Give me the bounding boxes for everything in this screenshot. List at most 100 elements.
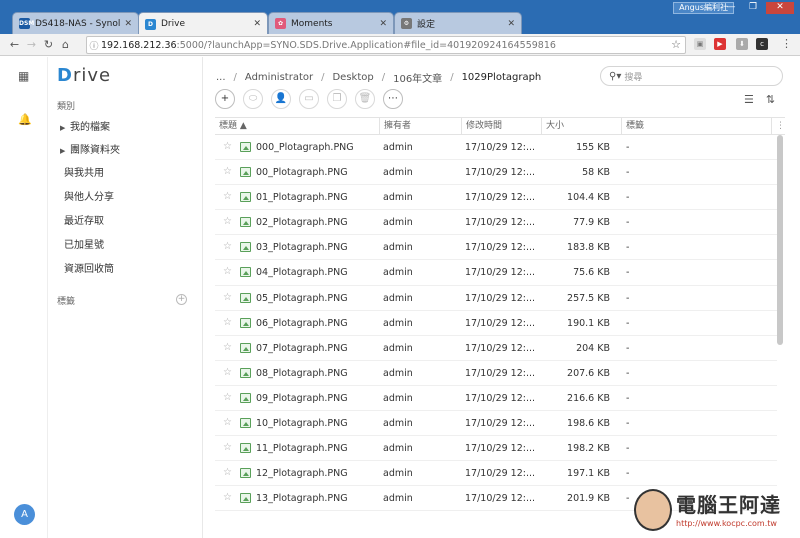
table-header: 標題 ▲ 擁有者 修改時間 大小 標籤 ⋮ xyxy=(215,117,785,135)
browser-menu-icon[interactable]: ⋮ xyxy=(781,37,792,50)
caret-right-icon[interactable]: ▶ xyxy=(60,140,70,162)
reload-icon[interactable]: ↻ xyxy=(40,38,57,51)
home-icon[interactable]: ⌂ xyxy=(57,38,74,51)
star-icon[interactable]: ☆ xyxy=(223,342,232,353)
star-icon[interactable]: ☆ xyxy=(223,442,232,453)
share-user-button[interactable]: 👤 xyxy=(271,89,291,109)
breadcrumb-item[interactable]: Desktop xyxy=(332,72,373,83)
copy-button[interactable]: ❐ xyxy=(327,89,347,109)
sidebar-item-recycle-bin[interactable]: 資源回收筒 xyxy=(48,259,203,281)
tab-settings[interactable]: ⚙ 設定 ✕ xyxy=(394,12,522,34)
star-icon[interactable]: ☆ xyxy=(223,392,232,403)
extension-icon[interactable]: ▶ xyxy=(714,38,726,50)
file-size: 155 KB xyxy=(576,142,610,153)
star-icon[interactable]: ☆ xyxy=(223,292,232,303)
app-grid-icon[interactable]: ▦ xyxy=(18,69,29,83)
star-icon[interactable]: ☆ xyxy=(223,191,232,202)
tab-drive[interactable]: D Drive ✕ xyxy=(138,12,268,35)
table-row[interactable]: ☆ 09_Plotagraph.PNG admin 17/10/29 12:... 21… xyxy=(215,386,777,412)
bell-icon[interactable]: 🔔 xyxy=(18,113,32,126)
star-icon[interactable]: ☆ xyxy=(223,166,232,177)
col-owner-header[interactable]: 擁有者 xyxy=(380,118,462,135)
tag-button[interactable]: ⬭ xyxy=(243,89,263,109)
caret-right-icon[interactable]: ▶ xyxy=(60,117,70,139)
col-tags-header[interactable]: 標籤 xyxy=(622,118,772,135)
close-tab-icon[interactable]: ✕ xyxy=(507,19,515,29)
maximize-button[interactable]: ❐ xyxy=(744,2,762,14)
table-row[interactable]: ☆ 00_Plotagraph.PNG admin 17/10/29 12:... 58… xyxy=(215,160,777,186)
breadcrumb-ellipsis[interactable]: ... xyxy=(216,72,226,83)
table-row[interactable]: ☆ 05_Plotagraph.PNG admin 17/10/29 12:... 25… xyxy=(215,286,777,311)
scrollbar[interactable] xyxy=(777,135,783,345)
table-row[interactable]: ☆ 10_Plotagraph.PNG admin 17/10/29 12:... 19… xyxy=(215,411,777,437)
star-icon[interactable]: ☆ xyxy=(223,241,232,252)
star-icon[interactable]: ☆ xyxy=(223,266,232,277)
star-icon[interactable]: ☆ xyxy=(223,317,232,328)
table-row[interactable]: ☆ 07_Plotagraph.PNG admin 17/10/29 12:... 20… xyxy=(215,336,777,361)
file-tags: - xyxy=(626,317,630,329)
star-icon[interactable]: ☆ xyxy=(223,417,232,428)
table-row[interactable]: ☆ 02_Plotagraph.PNG admin 17/10/29 12:... 77… xyxy=(215,210,777,236)
search-input[interactable]: ⚲▾ 搜尋 xyxy=(600,66,783,86)
file-size: 207.6 KB xyxy=(567,367,610,379)
star-icon[interactable]: ☆ xyxy=(223,141,232,152)
file-size: 77.9 KB xyxy=(573,217,610,229)
mascot-icon xyxy=(634,489,672,531)
watermark-text: 電腦王阿達 xyxy=(676,493,781,517)
move-folder-button[interactable]: ▭ xyxy=(299,89,319,109)
file-name: 11_Plotagraph.PNG xyxy=(256,443,348,455)
sidebar-item-shared-with-me[interactable]: 與我共用 xyxy=(48,163,203,185)
sort-icon[interactable]: ⇅ xyxy=(766,93,775,106)
breadcrumb-item[interactable]: Administrator xyxy=(245,72,313,83)
column-menu-icon[interactable]: ⋮ xyxy=(772,118,785,135)
extension-icon[interactable]: ⬇ xyxy=(736,38,748,50)
tab-title: Drive xyxy=(161,19,185,29)
sidebar-item-my-files[interactable]: ▶ 我的檔案 xyxy=(48,117,203,139)
close-tab-icon[interactable]: ✕ xyxy=(253,19,261,29)
table-row[interactable]: ☆ 01_Plotagraph.PNG admin 17/10/29 12:... 10… xyxy=(215,185,777,211)
table-row[interactable]: ☆ 03_Plotagraph.PNG admin 17/10/29 12:... 18… xyxy=(215,235,777,261)
star-icon[interactable]: ☆ xyxy=(223,467,232,478)
star-icon[interactable]: ☆ xyxy=(223,367,232,378)
close-tab-icon[interactable]: ✕ xyxy=(379,19,387,29)
forward-arrow-icon[interactable]: → xyxy=(23,38,40,51)
close-window-button[interactable]: ✕ xyxy=(766,2,794,14)
file-tags: - xyxy=(626,392,630,404)
info-icon[interactable]: ⓘ xyxy=(87,39,101,52)
avatar[interactable]: A xyxy=(14,504,35,525)
file-tags: - xyxy=(626,192,630,204)
sidebar-item-shared-with-others[interactable]: 與他人分享 xyxy=(48,187,203,209)
bookmark-star-icon[interactable]: ☆ xyxy=(671,38,681,51)
col-size-header[interactable]: 大小 xyxy=(542,118,622,135)
table-row[interactable]: ☆ 12_Plotagraph.PNG admin 17/10/29 12:... 19… xyxy=(215,461,777,487)
tab-synology[interactable]: DSM DS418-NAS - Synolog ✕ xyxy=(12,12,139,34)
sidebar-item-recent[interactable]: 最近存取 xyxy=(48,211,203,233)
star-icon[interactable]: ☆ xyxy=(223,492,232,503)
list-view-icon[interactable]: ☰ xyxy=(744,93,754,106)
sidebar-item-team-folders[interactable]: ▶ 團隊資料夾 xyxy=(48,140,203,162)
delete-button[interactable]: 🗑 xyxy=(355,89,375,109)
create-button[interactable]: + xyxy=(215,89,235,109)
add-tag-icon[interactable]: + xyxy=(176,294,187,305)
table-row[interactable]: ☆ 08_Plotagraph.PNG admin 17/10/29 12:... 20… xyxy=(215,361,777,386)
more-button[interactable]: ⋯ xyxy=(383,89,403,109)
star-icon[interactable]: ☆ xyxy=(223,216,232,227)
tab-moments[interactable]: ✿ Moments ✕ xyxy=(268,12,394,34)
breadcrumb-item[interactable]: 106年文章 xyxy=(393,70,442,85)
table-row[interactable]: ☆ 04_Plotagraph.PNG admin 17/10/29 12:... 75… xyxy=(215,260,777,286)
extension-icon[interactable]: ▣ xyxy=(694,38,706,50)
close-tab-icon[interactable]: ✕ xyxy=(124,19,132,29)
back-arrow-icon[interactable]: ← xyxy=(6,38,23,51)
col-name-header[interactable]: 標題 ▲ xyxy=(215,118,380,135)
url-bar[interactable]: ⓘ 192.168.212.36 :5000/?launchApp=SYNO.S… xyxy=(86,36,686,54)
table-row[interactable]: ☆ 06_Plotagraph.PNG admin 17/10/29 12:... 19… xyxy=(215,311,777,336)
minimize-button[interactable]: — xyxy=(722,2,740,14)
search-icon[interactable]: ⚲▾ xyxy=(609,71,621,82)
table-row[interactable]: ☆ 11_Plotagraph.PNG admin 17/10/29 12:... 19… xyxy=(215,436,777,462)
file-owner: admin xyxy=(383,392,413,404)
extension-icon[interactable]: c xyxy=(756,38,768,50)
file-owner: admin xyxy=(383,242,413,254)
col-mtime-header[interactable]: 修改時間 xyxy=(462,118,542,135)
sidebar-item-starred[interactable]: 已加星號 xyxy=(48,235,203,257)
table-row[interactable]: ☆ 000_Plotagraph.PNG admin 17/10/29 12:... 1… xyxy=(215,135,777,161)
